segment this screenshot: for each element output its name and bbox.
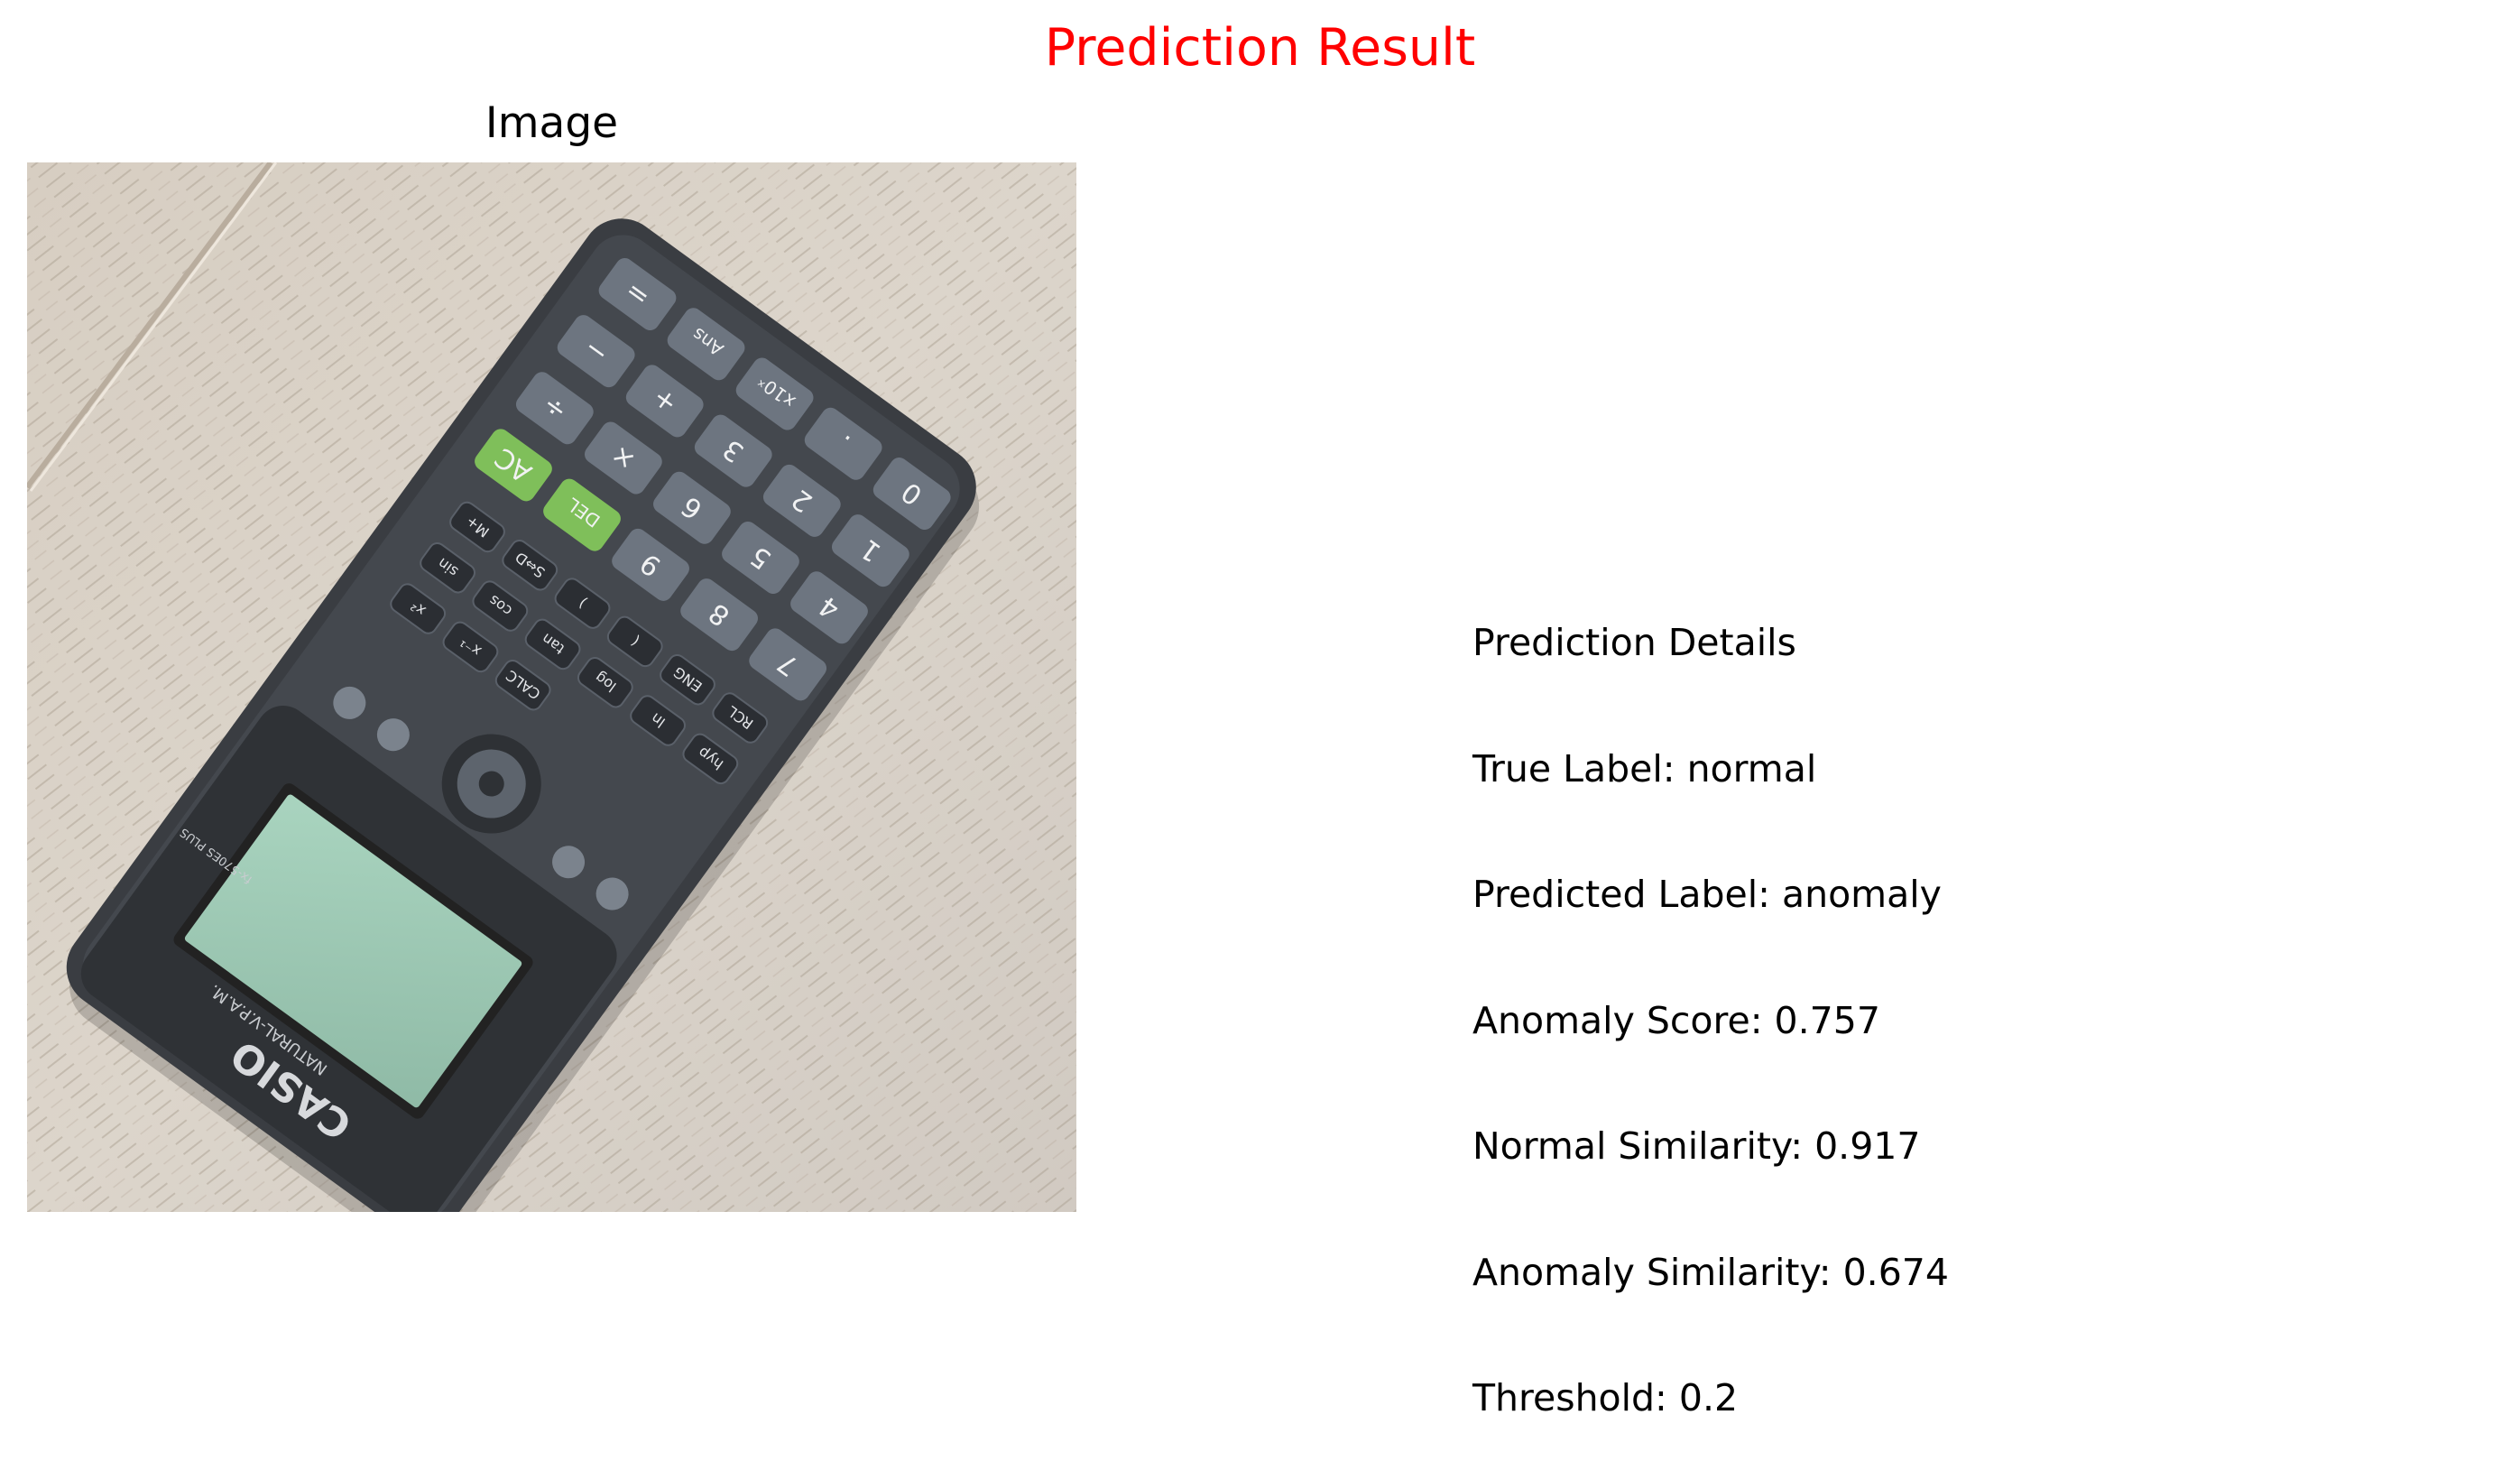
true-label-text: True Label: normal <box>1472 746 1817 791</box>
calculator-photo: CASIO NATURAL-V.P.A.M. fx-570ES PLUS = An… <box>27 162 1076 1212</box>
figure-title: Prediction Result <box>1044 18 1476 78</box>
anomaly-similarity-text: Anomaly Similarity: 0.674 <box>1472 1250 1949 1294</box>
prediction-details: Prediction Details True Label: normal Pr… <box>1472 538 1949 1461</box>
calculator-photo-svg: CASIO NATURAL-V.P.A.M. fx-570ES PLUS =An… <box>27 162 1076 1212</box>
image-panel-title: Image <box>485 98 619 148</box>
normal-similarity-text: Normal Similarity: 0.917 <box>1472 1124 1921 1168</box>
threshold-text: Threshold: 0.2 <box>1472 1376 1739 1419</box>
predicted-label-text: Predicted Label: anomaly <box>1472 873 1942 916</box>
details-header: Prediction Details <box>1472 621 1796 664</box>
anomaly-score-text: Anomaly Score: 0.757 <box>1472 998 1880 1042</box>
